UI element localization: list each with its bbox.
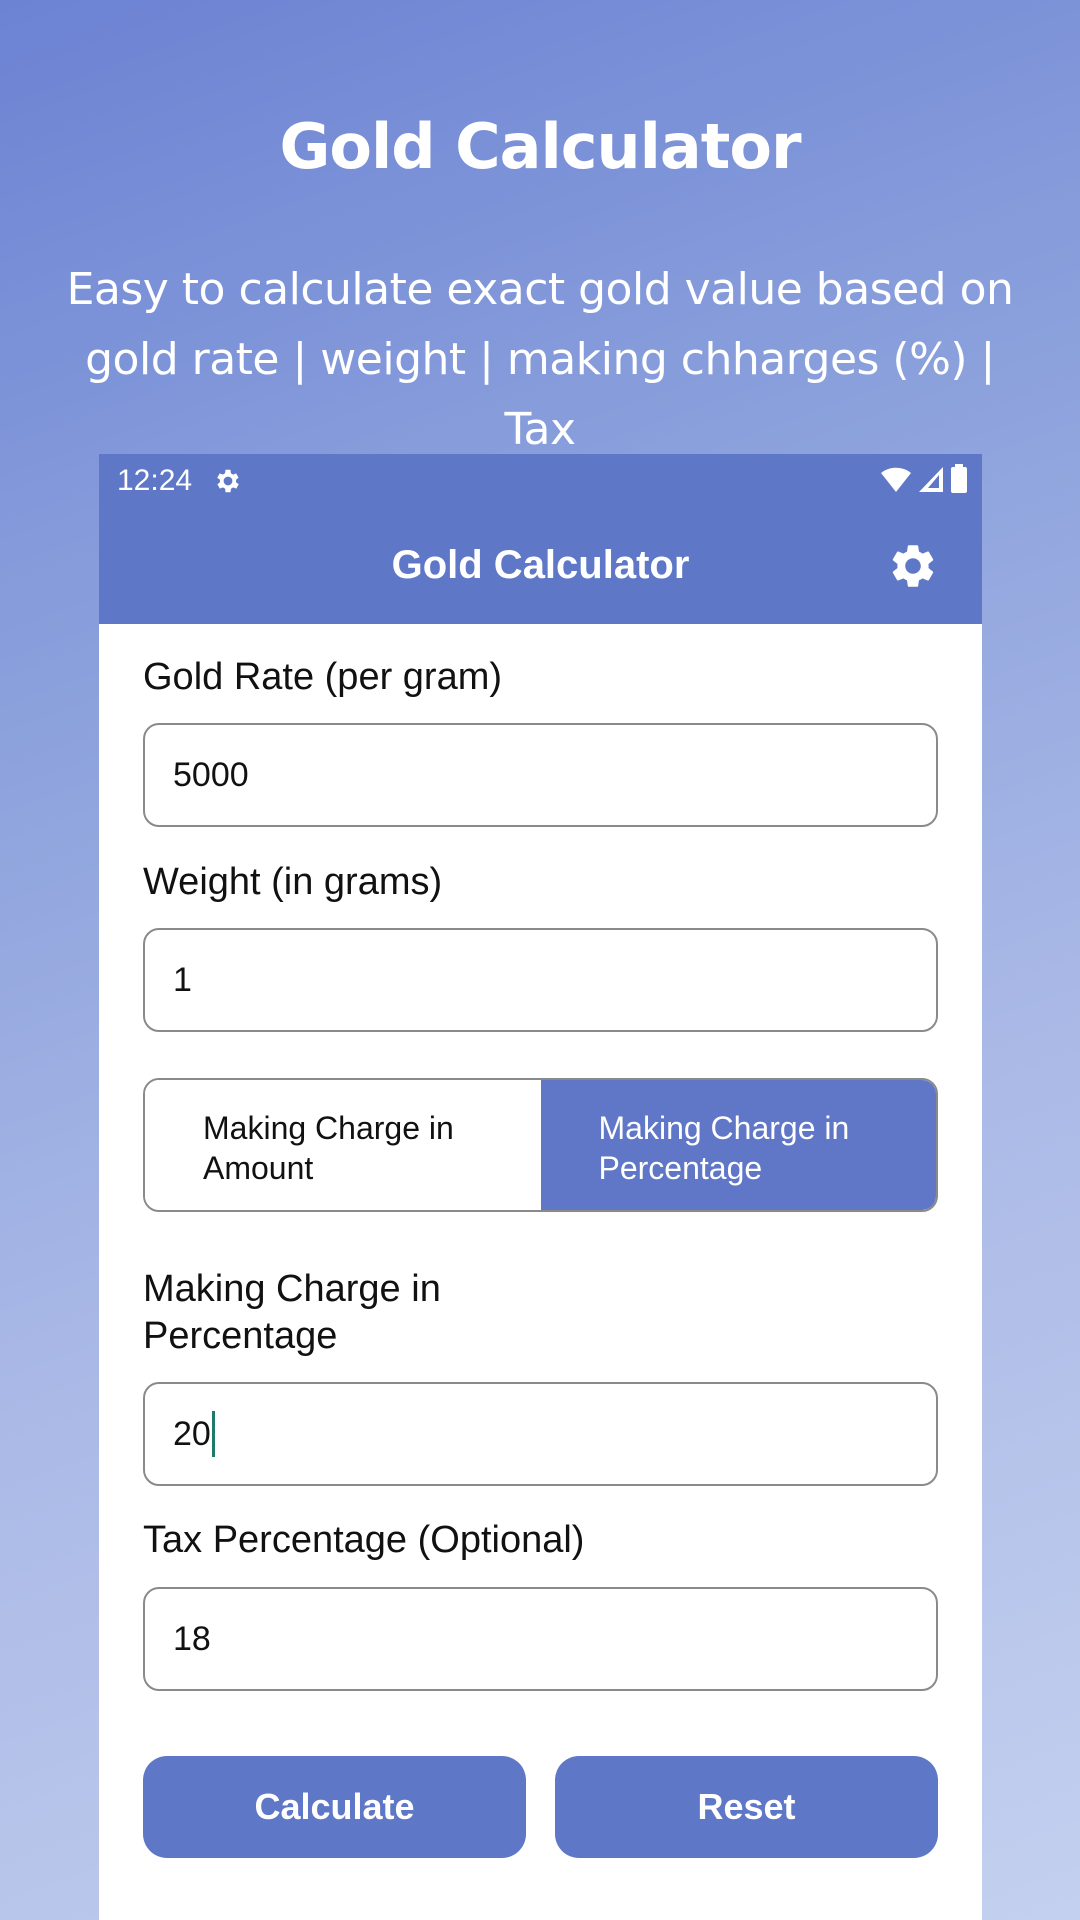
toggle-option-percentage-line-1: Making Charge in xyxy=(598,1110,850,1146)
status-time: 12:24 xyxy=(117,464,193,497)
making-charge-label-line-1: Making Charge in xyxy=(143,1268,441,1310)
calculate-button[interactable]: Calculate xyxy=(143,1756,526,1858)
tax-label: Tax Percentage (Optional) xyxy=(143,1519,585,1561)
gold-rate-input[interactable] xyxy=(143,723,938,827)
gold-rate-label: Gold Rate (per gram) xyxy=(143,656,503,698)
signal-icon xyxy=(918,465,944,498)
toggle-option-amount-line-1: Making Charge in xyxy=(203,1110,454,1146)
promo-subtitle-line-2: gold rate | weight | making chharges (%)… xyxy=(85,334,995,455)
toggle-option-percentage-line-2: Percentage xyxy=(598,1150,763,1186)
making-charge-label: Making Charge in Percentage xyxy=(143,1266,441,1360)
status-bar: 12:24 xyxy=(99,454,982,506)
app-bar-title: Gold Calculator xyxy=(391,543,690,587)
toggle-option-percentage[interactable]: Making Charge in Percentage xyxy=(540,1080,936,1210)
making-charge-input[interactable]: 20 xyxy=(143,1382,938,1486)
text-caret xyxy=(211,1411,215,1457)
making-charge-label-line-2: Percentage xyxy=(143,1315,338,1357)
phone-screen: 12:24 Gold Calculator Gold Rate (per gra… xyxy=(99,454,982,1920)
tax-input[interactable] xyxy=(143,1587,938,1691)
settings-gear-icon[interactable] xyxy=(887,540,939,592)
making-charge-type-toggle: Making Charge in Amount Making Charge in… xyxy=(143,1078,938,1212)
weight-label: Weight (in grams) xyxy=(143,861,443,903)
battery-icon xyxy=(950,463,968,499)
making-charge-input-value: 20 xyxy=(173,1414,211,1453)
weight-input[interactable] xyxy=(143,928,938,1032)
toggle-option-amount[interactable]: Making Charge in Amount xyxy=(145,1080,541,1210)
promo-subtitle-line-1: Easy to calculate exact gold value based… xyxy=(66,264,1014,315)
promo-title: Gold Calculator xyxy=(279,110,801,183)
status-gear-icon xyxy=(213,466,243,496)
app-bar: Gold Calculator xyxy=(99,506,982,624)
status-icons xyxy=(880,463,968,499)
wifi-icon xyxy=(880,465,912,498)
reset-button[interactable]: Reset xyxy=(555,1756,938,1858)
promo-subtitle: Easy to calculate exact gold value based… xyxy=(60,255,1020,465)
toggle-option-amount-line-2: Amount xyxy=(203,1150,314,1186)
